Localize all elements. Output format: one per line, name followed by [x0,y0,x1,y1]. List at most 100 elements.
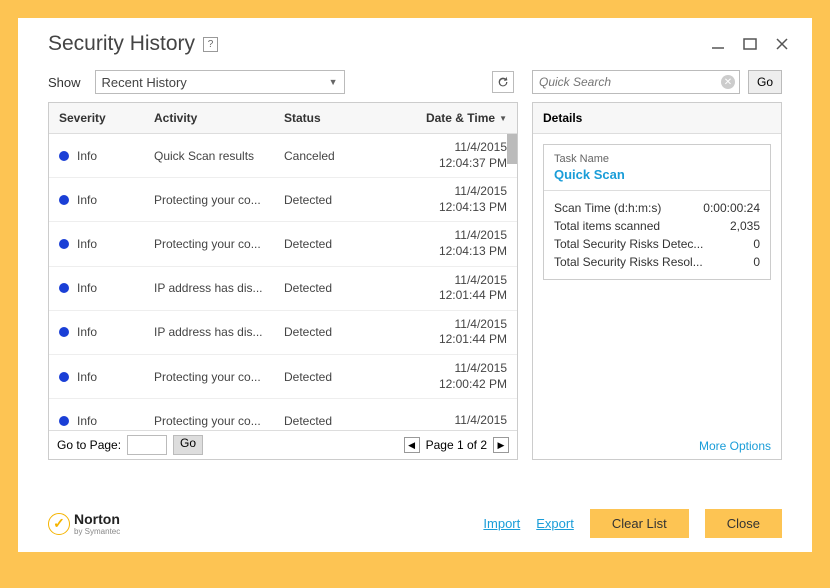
status-value: Detected [284,414,369,428]
task-name-label: Task Name [554,153,760,165]
export-link[interactable]: Export [536,516,574,531]
table-row[interactable]: Info Protecting your co...Detected11/4/20… [49,222,517,266]
stat-line: Total Security Risks Detec... 0 [554,235,760,253]
refresh-button[interactable] [492,71,514,93]
severity-value: Info [77,370,97,384]
minimize-button[interactable] [708,34,728,54]
status-value: Detected [284,370,369,384]
goto-page-input[interactable] [127,435,167,455]
footer: ✓ Norton by Symantec Import Export Clear… [18,499,812,552]
table-row[interactable]: InfoProtecting your co...Detected11/4/20… [49,178,517,222]
datetime-value: 11/4/201512:01:44 PM [369,317,507,348]
goto-page-button[interactable]: Go [173,435,203,455]
info-icon [59,416,69,426]
activity-value: Protecting your co... [154,414,284,428]
refresh-icon [496,75,510,89]
info-icon [59,372,69,382]
history-table: Severity Activity Status Date & Time▼ In… [48,102,518,460]
table-row[interactable]: Info Protecting your co...Detected11/4/20… [49,399,517,430]
close-window-button[interactable] [772,34,792,54]
search-input[interactable] [539,75,721,89]
severity-value: Info [77,237,97,251]
activity-value: IP address has dis... [154,281,284,295]
stat-value: 0:00:00:24 [703,201,760,215]
status-value: Detected [284,281,369,295]
severity-value: Info [77,325,97,339]
severity-value: Info [77,149,97,163]
datetime-value: 11/4/201512:04:13 PM [369,184,507,215]
details-header: Details [533,103,781,134]
datetime-value: 11/4/201512:00:42 PM [369,361,507,392]
stat-line: Total items scanned 2,035 [554,217,760,235]
pager-nav: ◀ Page 1 of 2 ▶ [404,437,509,453]
table-row[interactable]: Info Protecting your co...Detected11/4/20… [49,355,517,399]
stat-line: Scan Time (d:h:m:s) 0:00:00:24 [554,199,760,217]
sort-desc-icon: ▼ [499,114,507,123]
stat-value: 0 [753,237,760,251]
scrollbar-thumb[interactable] [507,134,517,164]
content-area: Severity Activity Status Date & Time▼ In… [18,102,812,460]
pager: Go to Page: Go ◀ Page 1 of 2 ▶ [49,430,517,459]
brand-sub: by Symantec [74,527,120,536]
severity-value: Info [77,281,97,295]
footer-actions: Import Export Clear List Close [483,509,782,538]
table-row[interactable]: InfoIP address has dis...Detected11/4/20… [49,311,517,355]
toolbar: Show Recent History ▼ ✕ Go [18,64,812,102]
col-datetime[interactable]: Date & Time▼ [369,111,507,125]
task-name-value: Quick Scan [554,167,760,182]
table-header: Severity Activity Status Date & Time▼ [49,103,517,134]
table-row[interactable]: InfoIP address has dis...Detected11/4/20… [49,267,517,311]
activity-value: Protecting your co... [154,370,284,384]
info-icon [59,151,69,161]
stat-value: 2,035 [730,219,760,233]
window-controls [708,34,792,54]
info-icon [59,239,69,249]
col-activity[interactable]: Activity [154,111,284,125]
status-value: Canceled [284,149,369,163]
status-value: Detected [284,193,369,207]
show-label: Show [48,75,81,90]
dropdown-value: Recent History [102,75,187,90]
titlebar: Security History ? [18,18,812,64]
info-icon [59,327,69,337]
col-status[interactable]: Status [284,111,369,125]
datetime-value: 11/4/201512:04:13 PM [369,228,507,259]
stat-label: Total Security Risks Detec... [554,237,703,251]
clear-list-button[interactable]: Clear List [590,509,689,538]
import-link[interactable]: Import [483,516,520,531]
stat-label: Scan Time (d:h:m:s) [554,201,661,215]
maximize-button[interactable] [740,34,760,54]
stat-label: Total Security Risks Resol... [554,255,703,269]
more-options-link[interactable]: More Options [533,433,781,459]
status-value: Detected [284,237,369,251]
details-panel: Details Task Name Quick Scan Scan Time (… [532,102,782,460]
stat-line: Total Security Risks Resol... 0 [554,253,760,271]
table-body: InfoQuick Scan resultsCanceled11/4/20151… [49,134,517,430]
page-indicator: Page 1 of 2 [426,438,487,452]
details-box: Task Name Quick Scan Scan Time (d:h:m:s)… [543,144,771,280]
clear-search-icon[interactable]: ✕ [721,75,735,89]
close-button[interactable]: Close [705,509,782,538]
activity-value: IP address has dis... [154,325,284,339]
brand-name: Norton [74,511,120,527]
help-icon[interactable]: ? [203,37,218,52]
history-filter-dropdown[interactable]: Recent History ▼ [95,70,345,94]
col-severity[interactable]: Severity [59,111,154,125]
datetime-value: 11/4/2015 [369,413,507,429]
table-row[interactable]: InfoQuick Scan resultsCanceled11/4/20151… [49,134,517,178]
goto-page-label: Go to Page: [57,438,121,452]
search-box[interactable]: ✕ [532,70,740,94]
stat-value: 0 [753,255,760,269]
page-title: Security History [48,32,195,56]
brand-logo: ✓ Norton by Symantec [48,511,120,536]
activity-value: Protecting your co... [154,193,284,207]
norton-checkmark-icon: ✓ [48,513,70,535]
info-icon [59,195,69,205]
activity-value: Protecting your co... [154,237,284,251]
search-go-button[interactable]: Go [748,70,782,94]
stat-label: Total items scanned [554,219,660,233]
activity-value: Quick Scan results [154,149,284,163]
prev-page-button[interactable]: ◀ [404,437,420,453]
severity-value: Info [77,414,97,428]
next-page-button[interactable]: ▶ [493,437,509,453]
